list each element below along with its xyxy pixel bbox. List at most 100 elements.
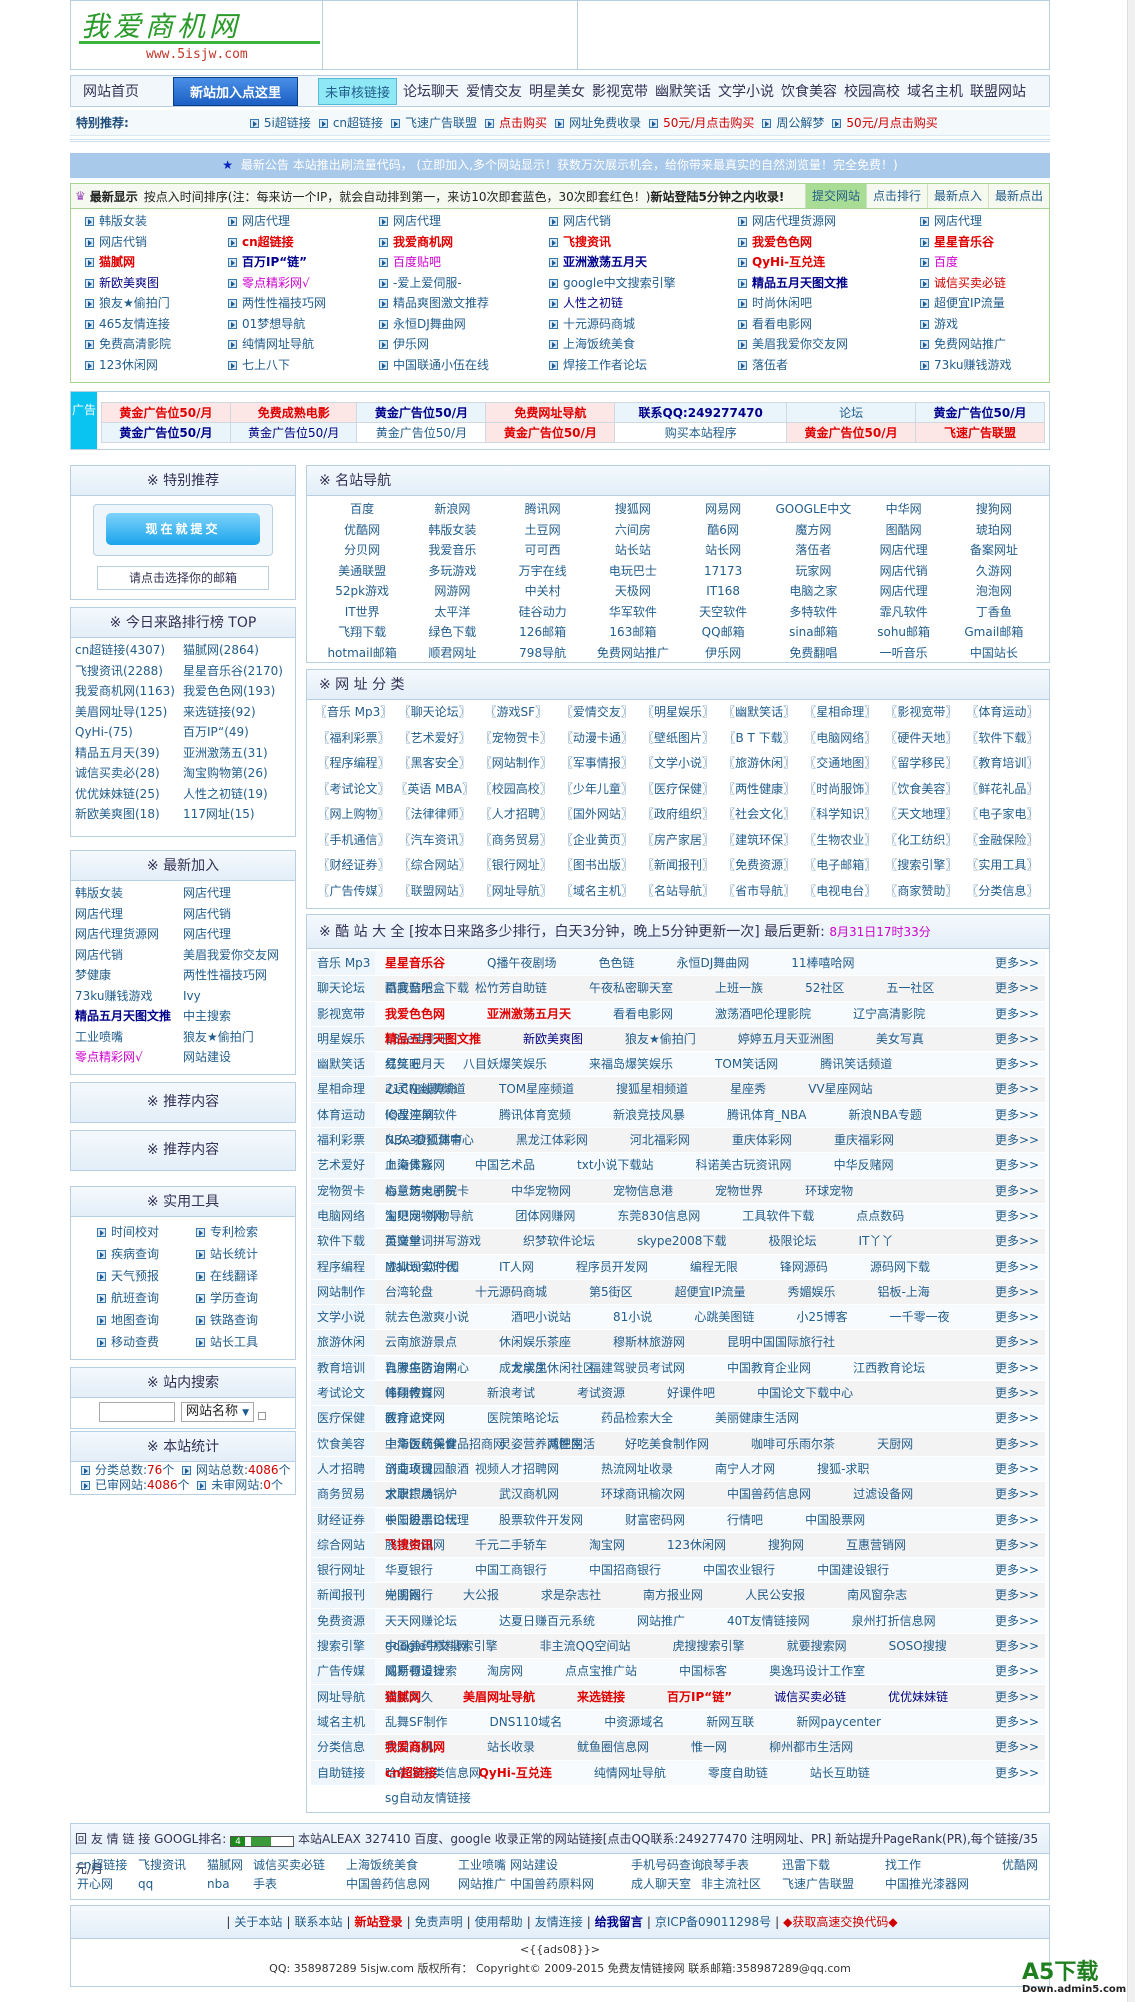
more-link[interactable]: 更多>> [995, 1229, 1045, 1253]
ad-slot[interactable]: 免费网址导航 [485, 402, 616, 423]
cool-site-link[interactable]: 好课件吧 [667, 1386, 729, 1400]
cool-site-link[interactable]: 中国工商银行 [475, 1563, 561, 1577]
cool-category-link[interactable]: 新闻报刊 [311, 1583, 375, 1608]
newest-site-link[interactable]: 韩版女装 [75, 886, 123, 900]
cool-site-link[interactable]: 团体网赚网 [515, 1209, 589, 1223]
cool-site-link[interactable]: 新网互联 [706, 1715, 768, 1729]
cool-category-link[interactable]: 广告传媒 [311, 1659, 375, 1684]
cool-site-link[interactable]: 财富密码网 [625, 1513, 699, 1527]
more-link[interactable]: 更多>> [995, 1204, 1045, 1228]
cool-site-link[interactable]: 我爱色色网 [385, 1007, 459, 1021]
cool-site-link[interactable]: 纯情网址导航 [594, 1766, 680, 1780]
cool-site-link[interactable]: 伟硕教育网 [385, 1386, 459, 1400]
newest-site-link[interactable]: 零点精彩网√ [75, 1050, 143, 1064]
cool-site-link[interactable]: 81小说 [613, 1310, 666, 1324]
cool-category-link[interactable]: 免费资源 [311, 1608, 375, 1634]
famous-site-link[interactable]: 飞翔下载 [338, 625, 386, 639]
category-link[interactable]: 〖手机通信〗 [318, 833, 390, 847]
latest-tab[interactable]: 点击排行 [865, 184, 927, 208]
famous-site-link[interactable]: 太平洋 [434, 605, 470, 619]
cool-site-link[interactable]: 南宁人才网 [715, 1462, 789, 1476]
cool-site-link[interactable]: 灵姿营养减肥网 [499, 1437, 597, 1451]
cool-site-link[interactable]: 搜狐星相频道 [616, 1082, 702, 1096]
search-submit-icon[interactable] [258, 1412, 267, 1420]
cool-site-link[interactable]: 医院策略论坛 [487, 1411, 573, 1425]
category-link[interactable]: 〖旅游休闲〗 [723, 756, 795, 770]
cool-category-link[interactable]: 福利彩票 [311, 1128, 375, 1153]
cool-category-link[interactable]: 影视宽带 [311, 1001, 375, 1026]
latest-site-link[interactable]: 百万IP“链” [228, 255, 307, 269]
famous-site-link[interactable]: 798导航 [519, 646, 566, 660]
more-link[interactable]: 更多>> [995, 1609, 1045, 1633]
category-link[interactable]: 〖B T 下载〗 [723, 731, 794, 745]
famous-site-link[interactable]: 落伍者 [795, 543, 831, 557]
cool-site-link[interactable]: 酒吧小说站 [511, 1310, 585, 1324]
cool-site-link[interactable]: 医疗点评网 [385, 1411, 459, 1425]
latest-site-link[interactable]: 美眉我爱你交友网 [738, 337, 848, 351]
cool-site-link[interactable]: 星座秀 [730, 1082, 780, 1096]
cool-site-link[interactable]: TOM笑话网 [715, 1057, 792, 1071]
cool-site-link[interactable]: sg自动友情链接 [385, 1791, 485, 1805]
ad-slot[interactable]: 黄金广告位50/月 [101, 422, 231, 443]
category-link[interactable]: 〖爱情交友〗 [561, 705, 633, 719]
famous-site-link[interactable]: 网店代理 [880, 584, 928, 598]
latest-site-link[interactable]: 新欧美爽图 [85, 276, 159, 290]
category-link[interactable]: 〖电子邮箱〗 [804, 858, 876, 872]
category-link[interactable]: 〖宠物贺卡〗 [480, 731, 552, 745]
category-link[interactable]: 〖电子家电〗 [966, 807, 1038, 821]
cool-site-link[interactable]: 黑龙江体彩网 [516, 1133, 602, 1147]
famous-site-link[interactable]: 新浪网 [434, 502, 470, 516]
cool-site-link[interactable]: 就要搜索网 [787, 1639, 861, 1653]
cool-site-link[interactable]: google中文搜索引擎 [385, 1639, 512, 1653]
cool-site-link[interactable]: 行情吧 [727, 1513, 777, 1527]
unreviewed-links-button[interactable]: 未审核链接 [318, 77, 398, 105]
tool-link[interactable]: 地图查询 [97, 1313, 159, 1327]
newest-site-link[interactable]: 狼友★偷拍门 [183, 1030, 254, 1044]
latest-tab[interactable]: 最新点出 [987, 184, 1049, 208]
cool-category-link[interactable]: 教育培训 [311, 1355, 375, 1381]
category-link[interactable]: 〖财经证券〗 [318, 858, 390, 872]
latest-site-link[interactable]: 百度 [920, 255, 958, 269]
famous-site-link[interactable]: 丁香鱼 [976, 605, 1012, 619]
more-link[interactable]: 更多>> [995, 1255, 1045, 1279]
tool-link[interactable]: 疾病查询 [97, 1247, 159, 1261]
cool-site-link[interactable]: 色色链 [598, 956, 648, 970]
cool-site-link[interactable]: 中华宠物网 [511, 1184, 585, 1198]
cool-site-link[interactable]: 泉州打折信息网 [852, 1614, 950, 1628]
cool-site-link[interactable]: 淘房网 [487, 1664, 537, 1678]
footer-link[interactable]: 关于本站 [234, 1915, 282, 1929]
nav-category[interactable]: 明星美女 [529, 84, 585, 100]
cool-site-link[interactable]: 心灵在线算命 [385, 1082, 471, 1096]
more-link[interactable]: 更多>> [995, 1558, 1045, 1582]
latest-site-link[interactable]: 73ku赚钱游戏 [920, 358, 1011, 372]
cool-site-link[interactable]: 淘宝网 [589, 1538, 639, 1552]
cool-site-link[interactable]: 血染贵族 [385, 1158, 447, 1172]
famous-site-link[interactable]: 伊乐网 [705, 646, 741, 660]
more-link[interactable]: 更多>> [995, 1330, 1045, 1354]
recommend-link[interactable]: 50元/月点击购买 [649, 116, 754, 130]
cool-site-link[interactable]: 站长互助链 [810, 1766, 884, 1780]
category-link[interactable]: 〖体育运动〗 [966, 705, 1038, 719]
more-link[interactable]: 更多>> [995, 951, 1045, 975]
cool-site-link[interactable]: 上班一族 [715, 981, 777, 995]
latest-site-link[interactable]: 人性之初链 [549, 296, 623, 310]
nav-category[interactable]: 校园高校 [844, 84, 900, 100]
category-link[interactable]: 〖福利彩票〗 [318, 731, 390, 745]
famous-site-link[interactable]: 硅谷动力 [519, 605, 567, 619]
latest-site-link[interactable]: 465友情连接 [85, 317, 170, 331]
category-link[interactable]: 〖校园高校〗 [480, 782, 552, 796]
latest-site-link[interactable]: 永恒DJ舞曲网 [379, 317, 466, 331]
more-link[interactable]: 更多>> [995, 1710, 1045, 1734]
famous-site-link[interactable]: hotmail邮箱 [327, 646, 396, 660]
cool-site-link[interactable]: 心跳美图链 [694, 1310, 768, 1324]
recommend-link[interactable]: 5i超链接 [249, 116, 311, 130]
category-link[interactable]: 〖饮食美容〗 [885, 782, 957, 796]
rank-link[interactable]: 117网址(15) [183, 807, 255, 821]
friend-link[interactable]: 飞速广告联盟 [782, 1877, 854, 1891]
famous-site-link[interactable]: 站长站 [615, 543, 651, 557]
famous-site-link[interactable]: 久游网 [976, 564, 1012, 578]
famous-site-link[interactable]: 分贝网 [344, 543, 380, 557]
cool-site-link[interactable]: 自考生咨询网 [385, 1361, 471, 1375]
tool-link[interactable]: 学历查询 [196, 1291, 258, 1305]
cool-site-link[interactable]: 40T友情链接网 [727, 1614, 824, 1628]
